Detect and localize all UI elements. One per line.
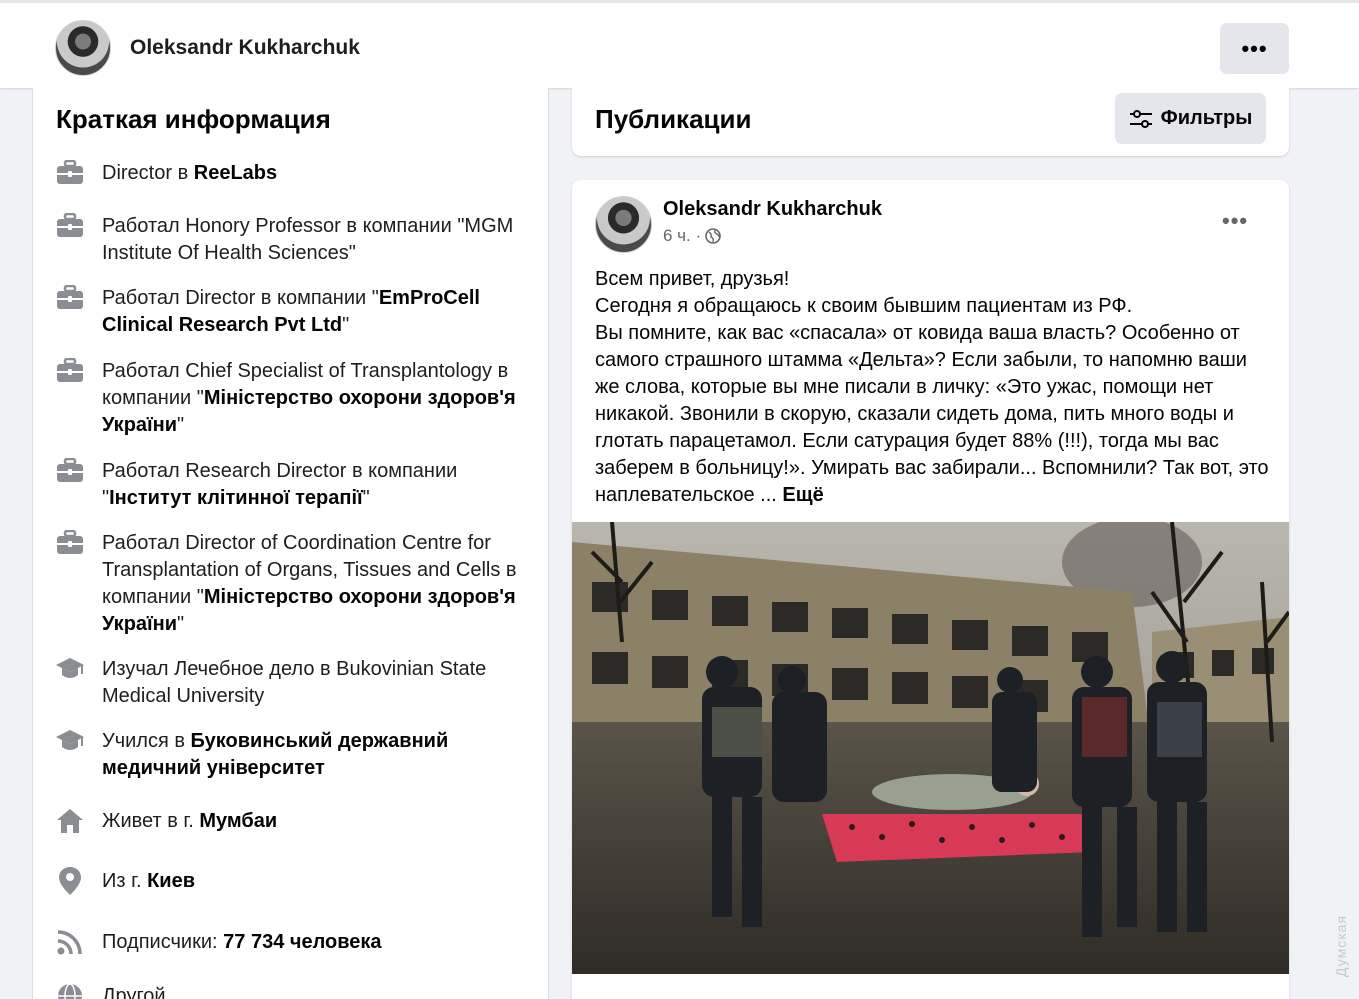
intro-item-text: Работал Director of Coordination Centre … bbox=[102, 532, 517, 635]
intro-item-work: Работал Research Director в компании "Ін… bbox=[55, 458, 525, 512]
hometown-link[interactable]: Киев bbox=[147, 870, 195, 892]
avatar[interactable] bbox=[55, 20, 111, 76]
post-author[interactable]: Oleksandr Kukharchuk bbox=[663, 198, 882, 221]
intro-item-from: Из г. Киев bbox=[55, 866, 525, 896]
post-line: Сегодня я обращаюсь к своим бывшим пацие… bbox=[595, 295, 1133, 317]
intro-item-text: Director в ReeLabs bbox=[102, 162, 278, 184]
graduation-cap-icon bbox=[55, 654, 85, 684]
home-icon bbox=[55, 806, 85, 836]
intro-item-work: Работал Chief Specialist of Transplantol… bbox=[55, 358, 525, 439]
intro-item-text: Работал Honory Professor в компании "MGM… bbox=[102, 215, 514, 264]
briefcase-icon bbox=[55, 158, 85, 188]
intro-item-other: Другой bbox=[55, 983, 525, 999]
intro-item-education: Учился в Буковинський державний медичний… bbox=[55, 728, 525, 782]
avatar[interactable] bbox=[595, 196, 652, 253]
intro-item-text: Изучал Лечебное дело в Bukovinian State … bbox=[102, 658, 487, 707]
intro-item-work: Работал Director в компании "EmProCell C… bbox=[55, 285, 525, 339]
intro-card: Краткая информация Director в ReeLabs Ра… bbox=[32, 88, 549, 999]
filters-label: Фильтры bbox=[1160, 107, 1253, 129]
more-options-button[interactable]: ••• bbox=[1220, 23, 1289, 74]
intro-item-text: Подписчики: 77 734 человека bbox=[102, 931, 382, 953]
location-pin-icon bbox=[55, 866, 85, 896]
workplace-link[interactable]: Інститут клітинної терапії bbox=[109, 487, 363, 509]
graduation-cap-icon bbox=[55, 726, 85, 756]
intro-item-education: Изучал Лечебное дело в Bukovinian State … bbox=[55, 656, 525, 710]
intro-item-text: Учился в Буковинський державний медичний… bbox=[102, 730, 449, 779]
intro-item-text: Живет в г. Мумбаи bbox=[102, 810, 278, 832]
profile-header: Oleksandr Kukharchuk ••• bbox=[0, 0, 1359, 88]
globe-icon bbox=[705, 228, 721, 244]
post-meta: 6 ч. · bbox=[663, 226, 721, 246]
post-text: Всем привет, друзья! Сегодня я обращаюсь… bbox=[595, 266, 1275, 509]
post-timestamp[interactable]: 6 ч. · bbox=[663, 226, 701, 246]
briefcase-icon bbox=[55, 456, 85, 486]
intro-item-text: Работал Research Director в компании "Ін… bbox=[102, 460, 458, 509]
post-line: Всем привет, друзья! bbox=[595, 268, 790, 290]
workplace-link[interactable]: ReeLabs bbox=[194, 162, 277, 184]
post-photo[interactable] bbox=[572, 522, 1289, 974]
globe-icon bbox=[55, 981, 85, 999]
post-photo-image bbox=[572, 522, 1289, 974]
publications-title: Публикации bbox=[595, 104, 752, 134]
briefcase-icon bbox=[55, 528, 85, 558]
intro-item-work: Director в ReeLabs bbox=[55, 160, 525, 188]
intro-title: Краткая информация bbox=[56, 104, 331, 134]
intro-item-lives-in: Живет в г. Мумбаи bbox=[55, 808, 525, 836]
intro-item-followers: Подписчики: 77 734 человека bbox=[55, 929, 525, 957]
intro-item-text: Работал Chief Specialist of Transplantol… bbox=[102, 360, 516, 436]
followers-link[interactable]: 77 734 человека bbox=[223, 931, 381, 953]
city-link[interactable]: Мумбаи bbox=[199, 810, 277, 832]
see-more-link[interactable]: Ещё bbox=[782, 484, 823, 506]
intro-item-text: Работал Director в компании "EmProCell C… bbox=[102, 287, 480, 336]
intro-item-text: Из г. Киев bbox=[102, 870, 195, 892]
post-options-button[interactable]: ••• bbox=[1222, 208, 1248, 234]
intro-item-work: Работал Director of Coordination Centre … bbox=[55, 530, 525, 638]
watermark-text: Думская bbox=[1333, 915, 1349, 978]
profile-name[interactable]: Oleksandr Kukharchuk bbox=[130, 36, 360, 60]
rss-followers-icon bbox=[55, 927, 85, 957]
filter-sliders-icon bbox=[1129, 109, 1152, 128]
briefcase-icon bbox=[55, 211, 85, 241]
post-card: Oleksandr Kukharchuk 6 ч. · ••• Всем при… bbox=[572, 180, 1289, 999]
intro-item-text: Другой bbox=[102, 985, 166, 999]
publications-header: Публикации Фильтры bbox=[572, 88, 1289, 156]
briefcase-icon bbox=[55, 356, 85, 386]
filters-button[interactable]: Фильтры bbox=[1115, 93, 1266, 144]
briefcase-icon bbox=[55, 283, 85, 313]
post-line: Вы помните, как вас «спасала» от ковида … bbox=[595, 322, 1269, 506]
intro-item-work: Работал Honory Professor в компании "MGM… bbox=[55, 213, 525, 267]
